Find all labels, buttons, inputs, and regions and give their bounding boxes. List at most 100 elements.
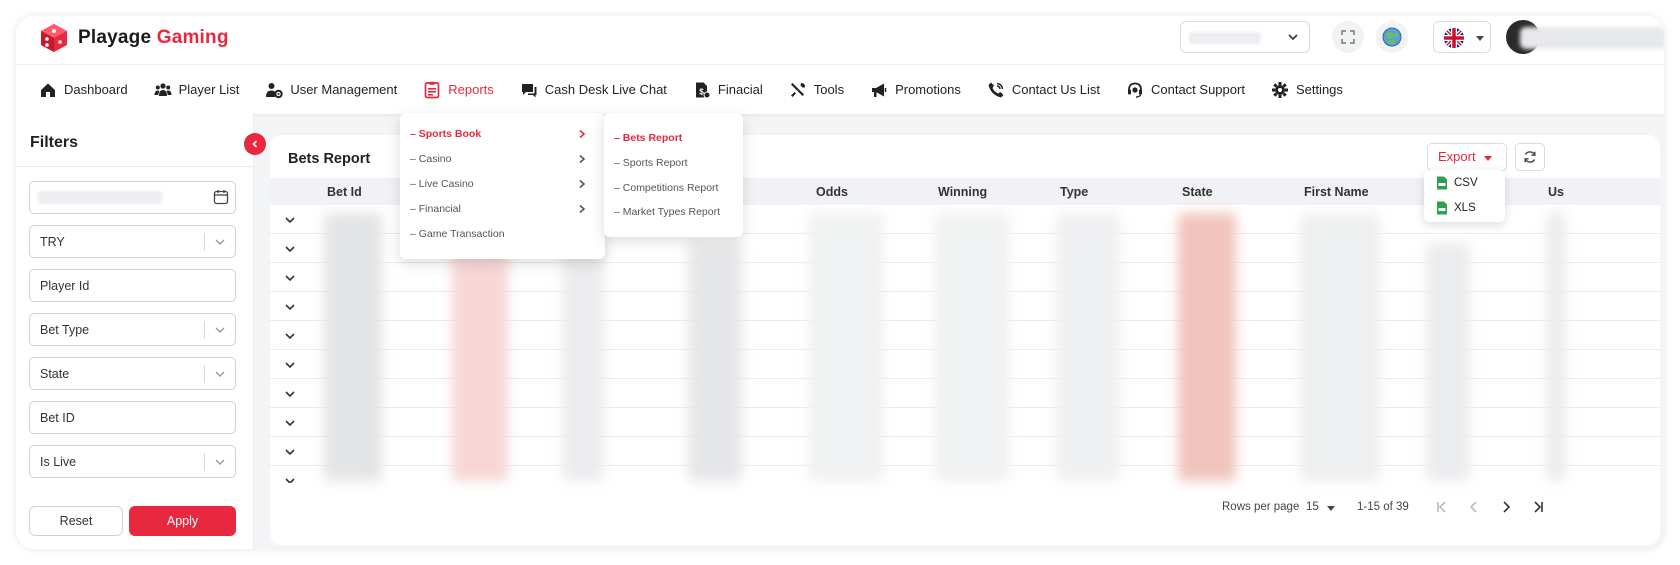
redacted-column bbox=[934, 213, 1010, 481]
nav-contact-us-list[interactable]: Contact Us List bbox=[974, 65, 1113, 114]
expand-row-icon[interactable] bbox=[284, 417, 296, 429]
redacted-username bbox=[1520, 27, 1664, 49]
nav-reports[interactable]: Reports bbox=[410, 65, 507, 114]
submenu-item-sports-report[interactable]: – Sports Report bbox=[614, 157, 688, 169]
site-selector[interactable] bbox=[1180, 21, 1310, 53]
redacted-column bbox=[808, 213, 884, 481]
col-first-name[interactable]: First Name bbox=[1304, 185, 1369, 199]
nav-finacial[interactable]: $ Finacial bbox=[680, 65, 776, 114]
globe-icon bbox=[1382, 27, 1402, 47]
next-page-icon[interactable] bbox=[1498, 499, 1514, 515]
menu-item-financial[interactable]: – Financial bbox=[410, 203, 461, 215]
last-page-icon[interactable] bbox=[1530, 499, 1546, 515]
nav-promotions[interactable]: Promotions bbox=[857, 65, 974, 114]
expand-row-icon[interactable] bbox=[284, 272, 296, 284]
col-type[interactable]: Type bbox=[1060, 185, 1088, 199]
report-title: Bets Report bbox=[288, 151, 371, 167]
caret-down-icon bbox=[1476, 36, 1484, 41]
redacted-column bbox=[1056, 213, 1120, 481]
is-live-select[interactable]: Is Live bbox=[29, 445, 236, 478]
col-odds[interactable]: Odds bbox=[816, 185, 848, 199]
expand-row-icon[interactable] bbox=[284, 446, 296, 458]
reports-dropdown: – Sports Book – Casino – Live Casino – F… bbox=[400, 113, 605, 259]
nav-contact-support[interactable]: Contact Support bbox=[1113, 65, 1258, 114]
nav-user-management[interactable]: User Management bbox=[252, 65, 410, 114]
sports-book-submenu: – Bets Report – Sports Report – Competit… bbox=[604, 113, 743, 237]
export-xls-option[interactable]: XLS bbox=[1436, 201, 1476, 215]
refresh-button[interactable] bbox=[1515, 143, 1545, 171]
nav-cash-desk-live-chat[interactable]: Cash Desk Live Chat bbox=[507, 65, 680, 114]
col-bet-id[interactable]: Bet Id bbox=[327, 185, 362, 199]
filters-sidebar: Filters TRY Player Id Bet Type State Bet… bbox=[16, 114, 254, 549]
nav-player-list[interactable]: Player List bbox=[141, 65, 253, 114]
menu-item-sports-book[interactable]: – Sports Book bbox=[410, 128, 481, 140]
expand-row-icon[interactable] bbox=[284, 359, 296, 371]
globe-button[interactable] bbox=[1376, 21, 1408, 53]
csv-file-icon bbox=[1437, 176, 1447, 190]
chevron-down-icon bbox=[215, 459, 225, 465]
submenu-item-competitions-report[interactable]: – Competitions Report bbox=[614, 182, 718, 194]
export-button[interactable]: Export bbox=[1427, 143, 1507, 171]
fullscreen-icon bbox=[1341, 30, 1355, 44]
submenu-item-bets-report[interactable]: – Bets Report bbox=[614, 132, 682, 144]
export-csv-option[interactable]: CSV bbox=[1436, 176, 1478, 190]
home-icon bbox=[41, 83, 55, 97]
divider bbox=[16, 166, 254, 167]
brand-logo[interactable]: Playage Gaming bbox=[38, 22, 229, 54]
money-file-icon: $ bbox=[695, 82, 711, 98]
submenu-item-market-types-report[interactable]: – Market Types Report bbox=[614, 206, 720, 218]
expand-row-icon[interactable] bbox=[284, 330, 296, 342]
redacted-column bbox=[1300, 213, 1380, 481]
refresh-icon bbox=[1524, 151, 1536, 163]
previous-page-icon[interactable] bbox=[1466, 499, 1482, 515]
currency-select[interactable]: TRY bbox=[29, 225, 236, 258]
state-select[interactable]: State bbox=[29, 357, 236, 390]
top-header: Playage Gaming bbox=[16, 16, 1664, 64]
language-selector[interactable] bbox=[1433, 21, 1491, 53]
bet-type-select[interactable]: Bet Type bbox=[29, 313, 236, 346]
menu-item-live-casino[interactable]: – Live Casino bbox=[410, 178, 474, 190]
main-nav: Dashboard Player List User Management Re… bbox=[16, 64, 1664, 114]
brand-word-1: Playage bbox=[78, 27, 152, 48]
reports-icon bbox=[424, 81, 440, 98]
phone-icon bbox=[988, 82, 1004, 97]
menu-item-casino[interactable]: – Casino bbox=[410, 153, 451, 165]
nav-tools[interactable]: Tools bbox=[776, 65, 857, 114]
expand-row-icon[interactable] bbox=[284, 475, 296, 483]
col-us[interactable]: Us bbox=[1548, 185, 1564, 199]
redacted-column bbox=[1546, 213, 1566, 481]
first-page-icon[interactable] bbox=[1434, 499, 1450, 515]
date-range-input[interactable] bbox=[29, 181, 236, 214]
calendar-icon bbox=[213, 190, 229, 205]
dice-logo-icon bbox=[41, 24, 67, 52]
app-window: Playage Gaming Dashboard Player List Use… bbox=[16, 16, 1664, 549]
caret-down-icon bbox=[1327, 506, 1335, 511]
chevron-down-icon bbox=[215, 327, 225, 333]
caret-down-icon bbox=[1484, 156, 1492, 161]
apply-button[interactable]: Apply bbox=[129, 506, 236, 536]
collapse-sidebar-button[interactable] bbox=[244, 133, 266, 155]
reset-button[interactable]: Reset bbox=[29, 506, 123, 536]
nav-settings[interactable]: Settings bbox=[1258, 65, 1356, 114]
expand-row-icon[interactable] bbox=[284, 388, 296, 400]
player-id-input[interactable]: Player Id bbox=[29, 269, 236, 302]
menu-item-game-transaction[interactable]: – Game Transaction bbox=[410, 228, 505, 240]
redacted-column bbox=[1426, 243, 1470, 481]
expand-row-icon[interactable] bbox=[284, 214, 296, 226]
expand-row-icon[interactable] bbox=[284, 243, 296, 255]
megaphone-icon bbox=[872, 83, 887, 97]
bet-id-input[interactable]: Bet ID bbox=[29, 401, 236, 434]
chevron-down-icon bbox=[215, 239, 225, 245]
expand-row-icon[interactable] bbox=[284, 301, 296, 313]
headset-icon bbox=[1127, 82, 1142, 98]
fullscreen-button[interactable] bbox=[1332, 21, 1364, 53]
rows-per-page-select[interactable]: 15 bbox=[1306, 501, 1319, 513]
col-state[interactable]: State bbox=[1182, 185, 1213, 199]
user-gear-icon bbox=[266, 82, 284, 98]
nav-dashboard[interactable]: Dashboard bbox=[26, 65, 141, 114]
filters-title: Filters bbox=[30, 134, 79, 151]
col-winning[interactable]: Winning bbox=[938, 185, 987, 199]
pagination-range: 1-15 of 39 bbox=[1357, 501, 1409, 513]
redacted-date bbox=[38, 191, 162, 204]
chat-icon bbox=[521, 83, 537, 97]
